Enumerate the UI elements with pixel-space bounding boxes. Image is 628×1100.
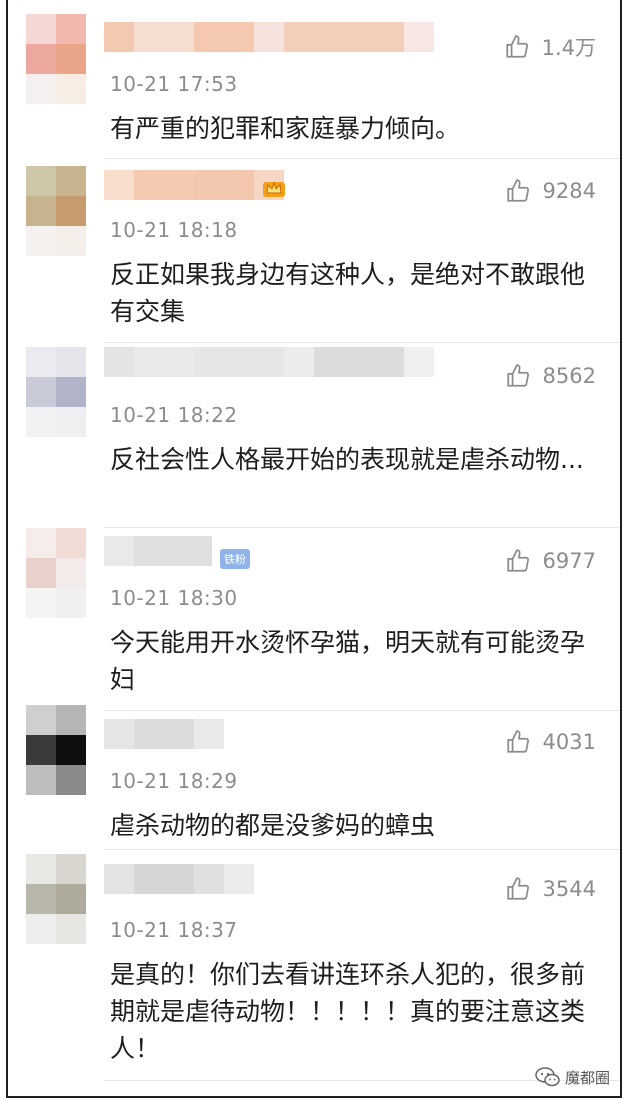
username-blurred[interactable] <box>104 22 434 52</box>
watermark: 魔都圈 <box>535 1066 610 1088</box>
crown-icon <box>262 178 286 202</box>
like-count: 8562 <box>542 364 596 388</box>
like-button[interactable]: 3544 <box>505 876 596 902</box>
avatar[interactable] <box>26 347 86 439</box>
avatar[interactable] <box>26 14 86 106</box>
thumbs-up-icon <box>506 179 529 202</box>
thumbs-up-icon <box>505 35 528 58</box>
comment-text: 今天能用开水烫怀孕猫，明天就有可能烫孕妇 <box>110 628 586 694</box>
like-button[interactable]: 8562 <box>505 363 596 389</box>
wechat-icon <box>535 1067 560 1087</box>
divider <box>104 158 620 159</box>
comment-time: 10-21 18:37 <box>110 918 238 942</box>
username-blurred[interactable] <box>104 347 434 377</box>
like-button[interactable]: 6977 <box>505 548 596 574</box>
comment-time: 10-21 18:18 <box>110 218 238 242</box>
comment-list: 1.4万 10-21 17:53 有严重的犯罪和家庭暴力倾向。 9284 10-… <box>6 0 622 1098</box>
avatar[interactable] <box>26 705 86 797</box>
comment-text: 有严重的犯罪和家庭暴力倾向。 <box>110 114 461 143</box>
comment-text: 虐杀动物的都是没爹妈的蟑虫 <box>110 811 436 840</box>
like-count: 1.4万 <box>541 36 596 60</box>
comment-text: 反社会性人格最开始的表现就是虐杀动物... <box>110 445 584 474</box>
username-blurred[interactable] <box>104 536 212 566</box>
comment-item: 铁粉 6977 10-21 18:30 今天能用开水烫怀孕猫，明天就有可能烫孕妇 <box>8 528 620 711</box>
avatar[interactable] <box>26 528 86 620</box>
comment-text: 是真的！你们去看讲连环杀人犯的，很多前期就是虐待动物！！！！！真的要注意这类人！ <box>110 960 586 1063</box>
username-blurred[interactable] <box>104 864 254 894</box>
comment-time: 10-21 18:29 <box>110 769 238 793</box>
like-button[interactable]: 4031 <box>505 729 596 755</box>
username-blurred[interactable] <box>104 719 224 749</box>
avatar[interactable] <box>26 854 86 946</box>
comment-item: 4031 10-21 18:29 虐杀动物的都是没爹妈的蟑虫 <box>8 705 620 850</box>
thumbs-up-icon <box>506 877 529 900</box>
thumbs-up-icon <box>506 549 529 572</box>
comment-text: 反正如果我身边有这种人，是绝对不敢跟他有交集 <box>110 260 586 326</box>
comment-time: 10-21 18:22 <box>110 403 238 427</box>
like-button[interactable]: 1.4万 <box>504 32 596 62</box>
like-button[interactable]: 9284 <box>505 178 596 204</box>
like-count: 3544 <box>542 877 596 901</box>
comment-item: 3544 10-21 18:37 是真的！你们去看讲连环杀人犯的，很多前期就是虐… <box>8 850 620 1080</box>
thumbs-up-icon <box>506 730 529 753</box>
comment-item: 8562 10-21 18:22 反社会性人格最开始的表现就是虐杀动物... <box>8 343 620 528</box>
comment-item: 1.4万 10-21 17:53 有严重的犯罪和家庭暴力倾向。 <box>8 0 620 160</box>
comment-time: 10-21 18:30 <box>110 586 238 610</box>
like-count: 9284 <box>542 179 596 203</box>
like-count: 4031 <box>542 730 596 754</box>
comment-time: 10-21 17:53 <box>110 72 238 96</box>
watermark-label: 魔都圈 <box>564 1068 610 1087</box>
fan-badge: 铁粉 <box>220 548 250 569</box>
username-blurred[interactable] <box>104 170 284 200</box>
thumbs-up-icon <box>506 364 529 387</box>
comment-item: 9284 10-21 18:18 反正如果我身边有这种人，是绝对不敢跟他有交集 <box>8 160 620 343</box>
avatar[interactable] <box>26 166 86 258</box>
like-count: 6977 <box>542 549 596 573</box>
